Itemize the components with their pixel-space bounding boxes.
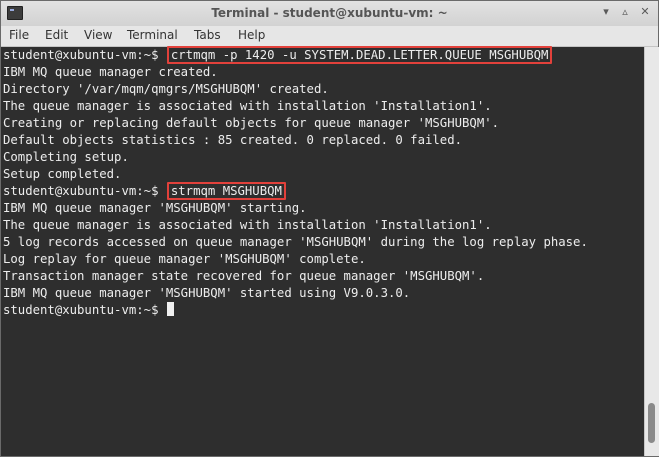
title-bar[interactable]: Terminal - student@xubuntu-vm: ~ ▾ ▵ ✕: [1, 1, 658, 26]
output-line: Transaction manager state recovered for …: [3, 269, 485, 283]
highlighted-command-strmqm: strmqm MSGHUBQM: [166, 182, 286, 200]
menu-file[interactable]: File: [9, 28, 29, 42]
minimize-icon[interactable]: ▾: [599, 5, 613, 19]
output-line: IBM MQ queue manager 'MSGHUBQM' started …: [3, 286, 411, 300]
maximize-icon[interactable]: ▵: [618, 5, 632, 19]
output-line: Setup completed.: [3, 167, 122, 181]
prompt: student@xubuntu-vm:~$: [3, 48, 166, 62]
output-line: The queue manager is associated with ins…: [3, 218, 492, 232]
menu-help[interactable]: Help: [238, 28, 265, 42]
output-line: IBM MQ queue manager 'MSGHUBQM' starting…: [3, 201, 307, 215]
output-line: IBM MQ queue manager created.: [3, 65, 218, 79]
window-title: Terminal - student@xubuntu-vm: ~: [211, 6, 448, 20]
menu-bar: File Edit View Terminal Tabs Help: [1, 26, 658, 47]
output-line: Log replay for queue manager 'MSGHUBQM' …: [3, 252, 366, 266]
scrollbar-thumb[interactable]: [648, 403, 655, 443]
output-line: Creating or replacing default objects fo…: [3, 116, 500, 130]
output-line: Completing setup.: [3, 150, 129, 164]
menu-edit[interactable]: Edit: [45, 28, 68, 42]
command-line-3[interactable]: student@xubuntu-vm:~$: [3, 302, 174, 319]
vertical-scrollbar[interactable]: [644, 47, 659, 456]
menu-terminal[interactable]: Terminal: [127, 28, 178, 42]
command-line-2: student@xubuntu-vm:~$ strmqm MSGHUBQM: [3, 182, 286, 200]
menu-view[interactable]: View: [84, 28, 112, 42]
terminal-window: Terminal - student@xubuntu-vm: ~ ▾ ▵ ✕ F…: [0, 0, 659, 457]
prompt: student@xubuntu-vm:~$: [3, 303, 166, 317]
output-line: The queue manager is associated with ins…: [3, 99, 492, 113]
output-line: Directory '/var/mqm/qmgrs/MSGHUBQM' crea…: [3, 82, 329, 96]
output-line: Default objects statistics : 85 created.…: [3, 133, 463, 147]
close-icon[interactable]: ✕: [638, 5, 652, 19]
prompt: student@xubuntu-vm:~$: [3, 184, 166, 198]
text-cursor: [166, 302, 174, 316]
terminal-output[interactable]: student@xubuntu-vm:~$ crtmqm -p 1420 -u …: [1, 46, 644, 456]
command-line-1: student@xubuntu-vm:~$ crtmqm -p 1420 -u …: [3, 46, 553, 64]
highlighted-command-crtmqm: crtmqm -p 1420 -u SYSTEM.DEAD.LETTER.QUE…: [166, 46, 553, 64]
menu-tabs[interactable]: Tabs: [194, 28, 221, 42]
output-line: 5 log records accessed on queue manager …: [3, 235, 588, 249]
